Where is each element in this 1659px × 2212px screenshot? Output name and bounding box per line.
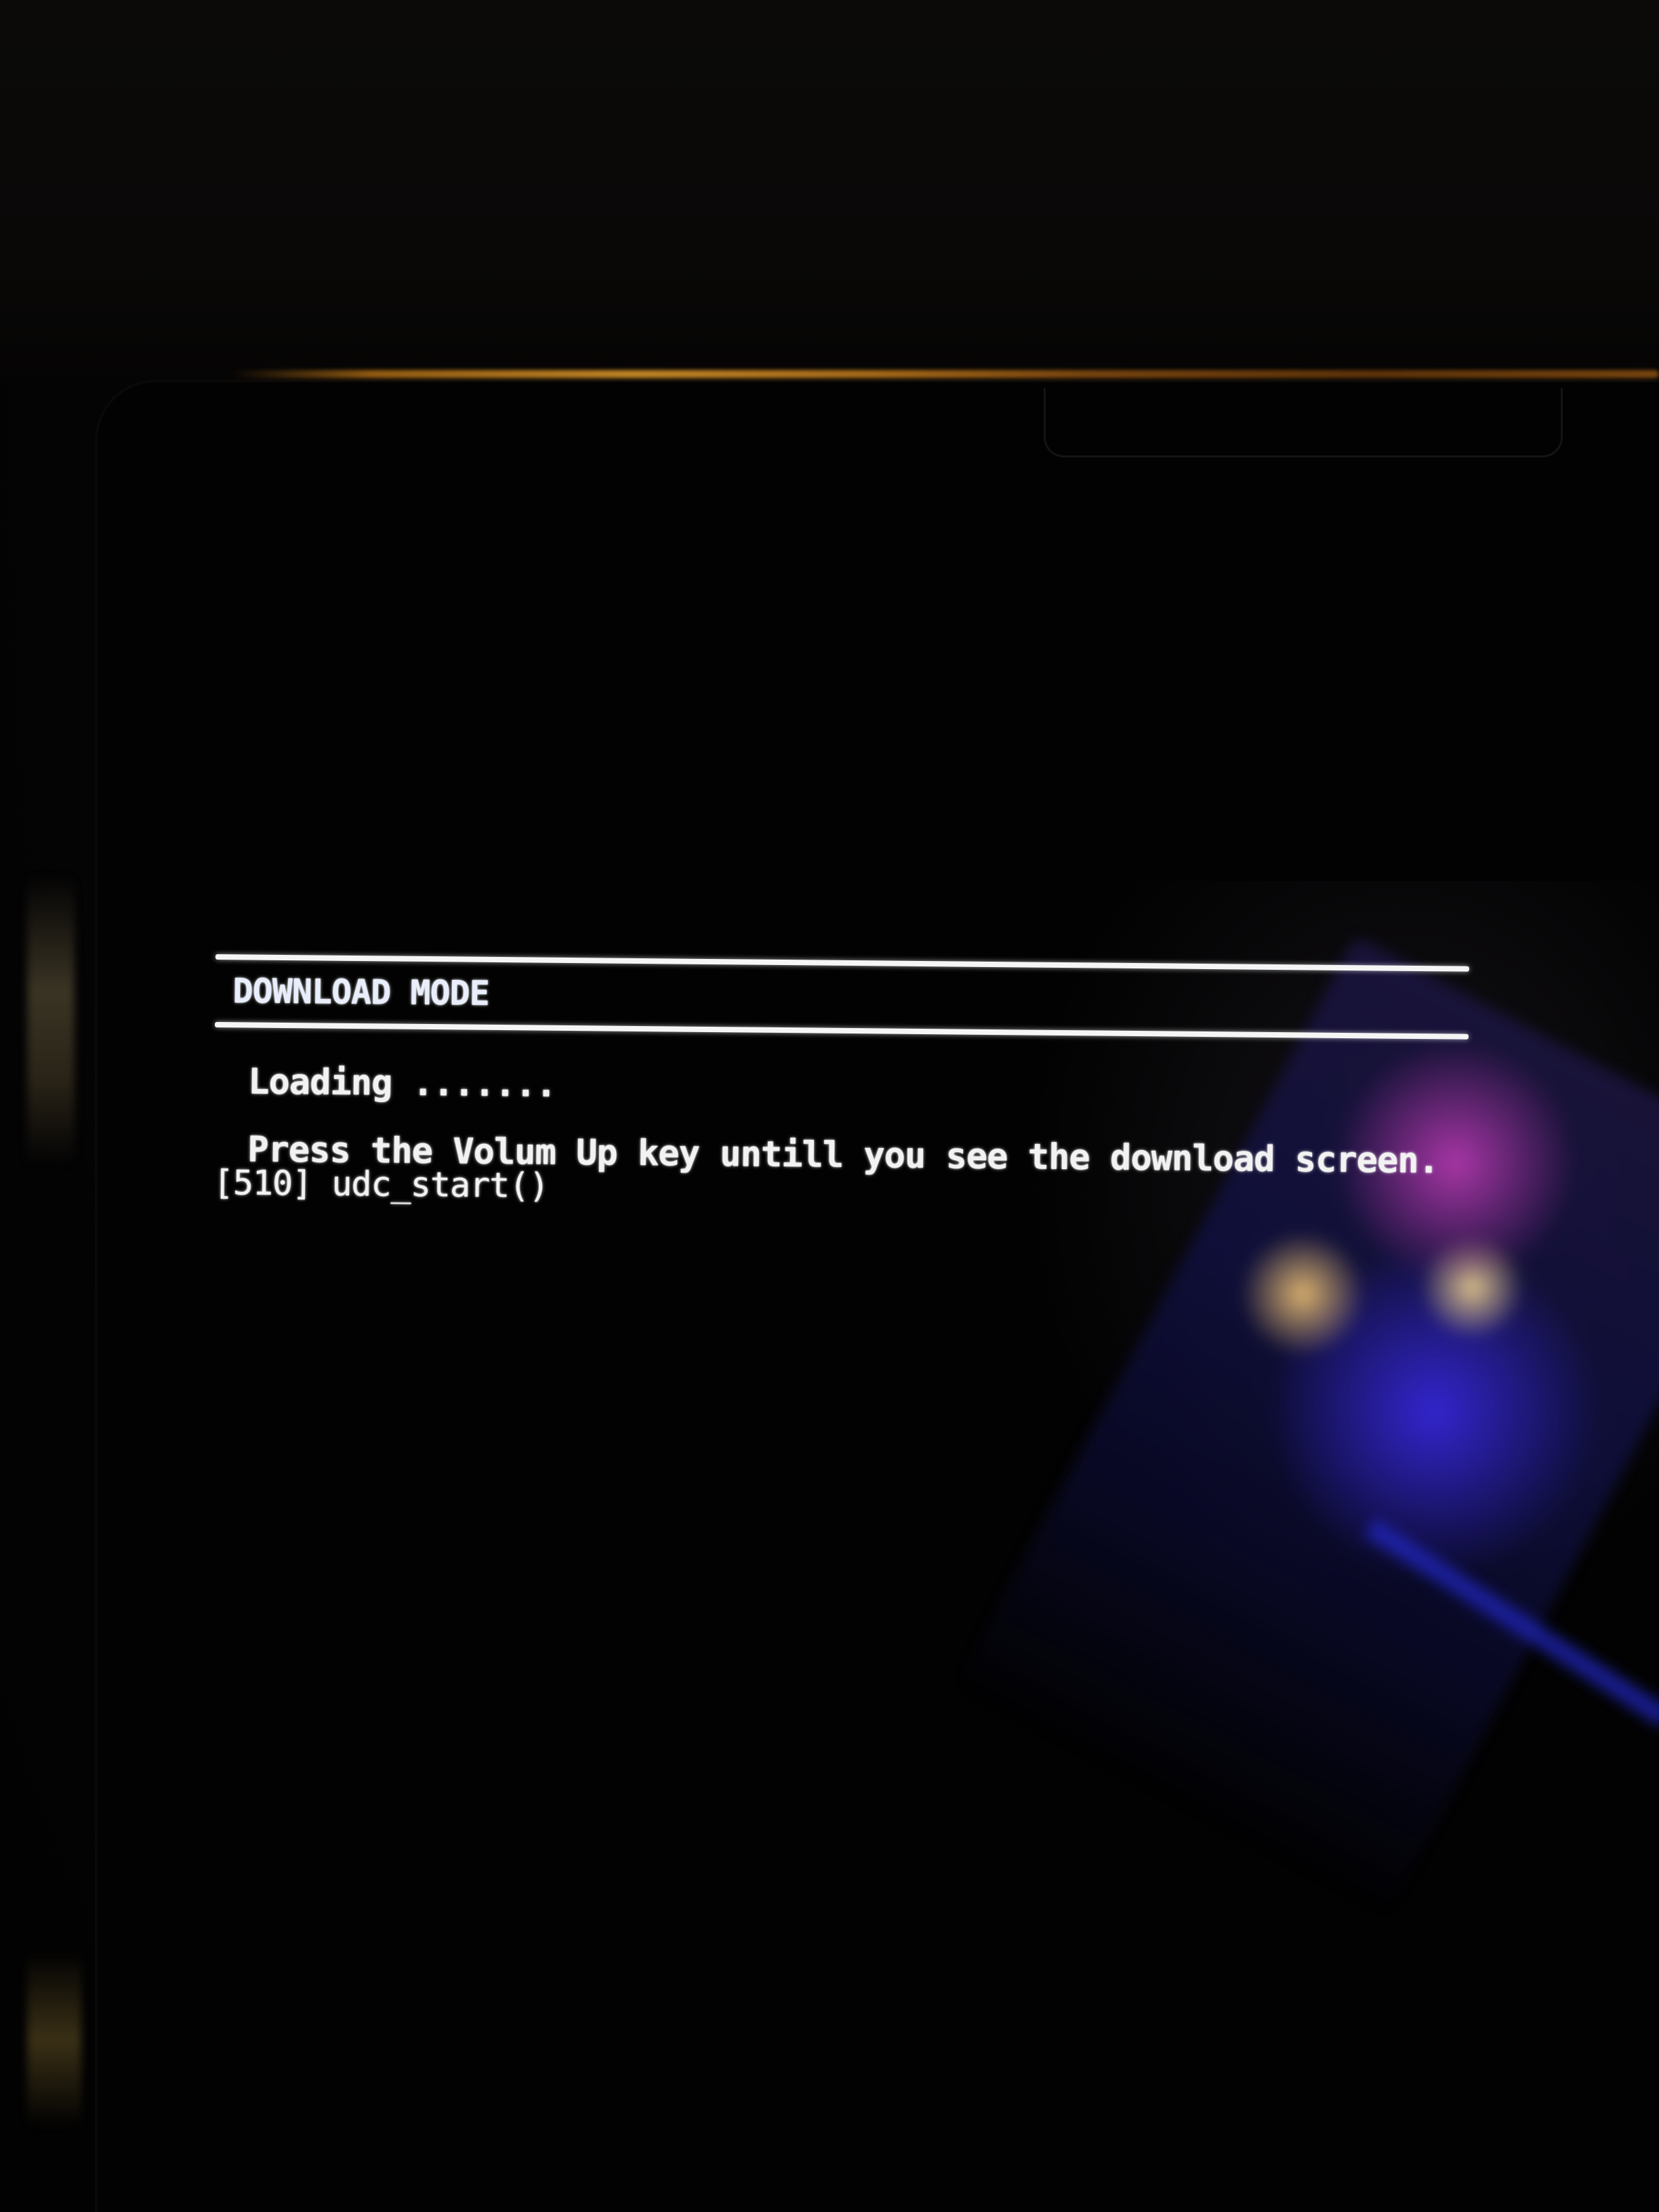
- download-mode-console: DOWNLOAD MODE Loading ....... Press the …: [213, 954, 1469, 1214]
- photo-scene: DOWNLOAD MODE Loading ....... Press the …: [0, 0, 1659, 2212]
- ambient-background: [0, 0, 1659, 380]
- side-bezel-reflection-lower: [27, 1952, 81, 2128]
- side-bezel-reflection: [27, 874, 75, 1166]
- mode-title: DOWNLOAD MODE: [232, 971, 490, 1013]
- loading-status: Loading .......: [247, 1061, 557, 1105]
- phone-edge-reflection: [230, 370, 1659, 378]
- phone-earpiece: [1044, 388, 1563, 457]
